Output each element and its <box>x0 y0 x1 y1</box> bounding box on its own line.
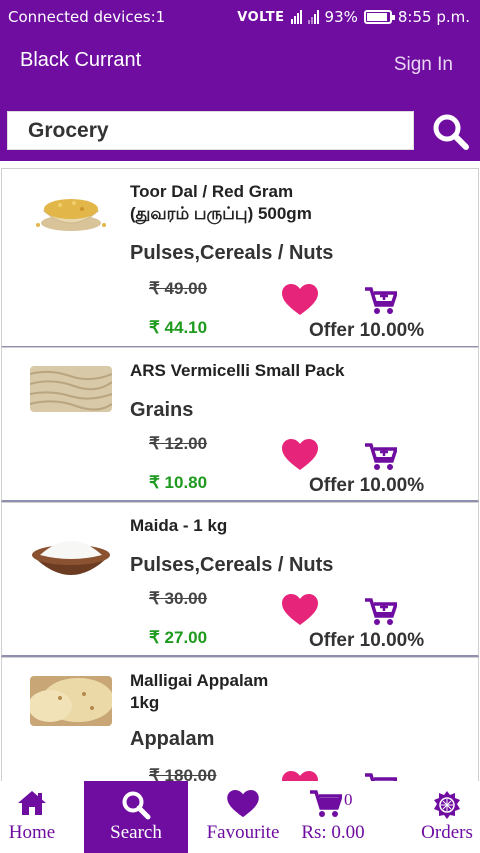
cart-count-badge: 0 <box>344 790 353 809</box>
orders-icon <box>434 791 460 819</box>
add-to-cart-icon[interactable] <box>365 443 397 471</box>
product-category: Appalam <box>130 728 215 750</box>
battery-percent: 93% <box>324 8 358 26</box>
search-button[interactable] <box>430 111 472 153</box>
offer-text: Offer 10.00% <box>309 475 425 496</box>
nav-orders[interactable]: Orders <box>414 781 480 853</box>
bottom-navigation: Home Search Favourite 0 Rs: 0.00 Orders <box>0 781 480 853</box>
product-name-line2: (துவரம் பருப்பு) 500gm <box>130 204 312 223</box>
nav-cart[interactable]: 0 Rs: 0.00 <box>296 781 370 853</box>
product-name-line1: Toor Dal / Red Gram <box>130 182 294 201</box>
offer-text: Offer 10.00% <box>309 630 425 651</box>
home-icon <box>18 791 46 815</box>
favourite-heart-icon[interactable] <box>282 284 318 316</box>
cart-total: Rs: 0.00 <box>301 822 365 843</box>
discounted-price: ₹ 27.00 <box>149 628 208 647</box>
product-category: Pulses,Cereals / Nuts <box>130 554 334 576</box>
nav-orders-label: Orders <box>421 822 473 843</box>
search-input[interactable] <box>8 112 413 149</box>
nav-home-label: Home <box>8 822 56 843</box>
add-to-cart-icon[interactable] <box>365 598 397 626</box>
connected-devices-text: Connected devices:1 <box>8 8 166 26</box>
add-to-cart-icon[interactable] <box>365 287 397 315</box>
offer-text: Offer 10.00% <box>309 320 425 341</box>
product-name-line2: 1kg <box>130 693 160 712</box>
nav-home[interactable]: Home <box>0 781 64 853</box>
product-image-vermicelli <box>30 366 112 412</box>
favourite-heart-icon[interactable] <box>282 594 318 626</box>
original-price: ₹ 49.00 <box>149 279 208 298</box>
app-bar: Black Currant Sign In <box>0 33 480 161</box>
app-title: Black Currant <box>20 49 142 71</box>
nav-favourite-label: Favourite <box>206 822 280 843</box>
sign-in-link[interactable]: Sign In <box>394 54 453 76</box>
volte-indicator: VOLTE <box>237 9 285 25</box>
battery-icon <box>363 10 395 24</box>
cart-icon <box>310 790 342 817</box>
search-icon <box>122 791 151 820</box>
product-name-line1: ARS Vermicelli Small Pack <box>130 361 345 380</box>
product-image-appalam <box>30 676 112 726</box>
search-field[interactable] <box>7 111 414 150</box>
search-icon <box>433 114 469 150</box>
product-card[interactable]: Toor Dal / Red Gram (துவரம் பருப்பு) 500… <box>1 168 479 348</box>
product-image-maida <box>32 541 110 575</box>
product-card[interactable]: ARS Vermicelli Small Pack Grains ₹ 12.00… <box>1 347 479 502</box>
original-price: ₹ 30.00 <box>149 589 208 608</box>
original-price: ₹ 12.00 <box>149 434 208 453</box>
clock: 8:55 p.m. <box>397 8 470 26</box>
favourite-heart-icon[interactable] <box>282 439 318 471</box>
nav-search[interactable]: Search <box>84 781 188 853</box>
signal-icon <box>307 10 319 24</box>
status-bar: Connected devices:1 VOLTE 93% 8:55 p.m. <box>0 0 480 33</box>
signal-4g-icon <box>290 10 302 24</box>
discounted-price: ₹ 44.10 <box>149 318 208 337</box>
discounted-price: ₹ 10.80 <box>149 473 208 492</box>
product-category: Grains <box>130 399 194 421</box>
heart-icon <box>227 790 259 818</box>
product-name-line1: Maida - 1 kg <box>130 516 228 535</box>
product-card[interactable]: Maida - 1 kg Pulses,Cereals / Nuts ₹ 30.… <box>1 502 479 657</box>
product-image-toor-dal <box>36 199 106 231</box>
product-name-line1: Malligai Appalam <box>130 671 269 690</box>
status-icons: VOLTE 93% 8:55 p.m. <box>237 8 470 26</box>
product-category: Pulses,Cereals / Nuts <box>130 242 334 264</box>
nav-favourite[interactable]: Favourite <box>205 781 281 853</box>
nav-search-label: Search <box>110 822 162 843</box>
